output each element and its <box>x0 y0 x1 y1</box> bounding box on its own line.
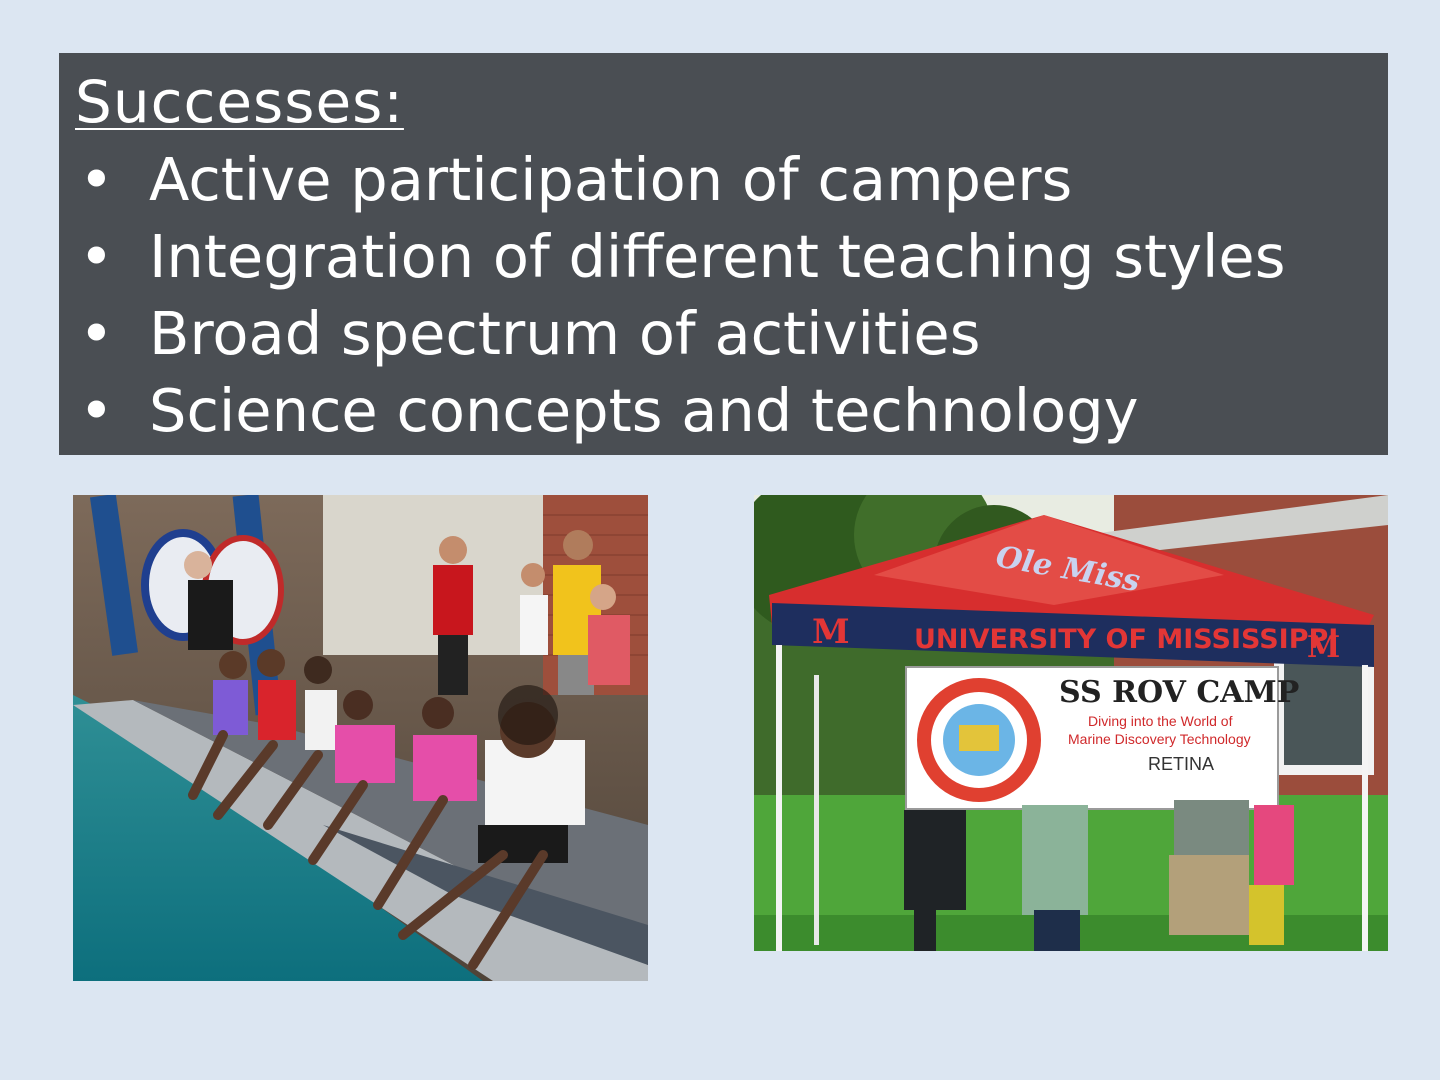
bullet-icon: • <box>79 222 114 291</box>
tent-photo: Ole Miss M UNIVERSITY OF MISSISSIPPI M S… <box>754 495 1388 951</box>
text-box: Successes: • Active participation of camp… <box>59 53 1388 455</box>
slide-title: Successes: <box>75 68 404 136</box>
bullet-list: • Active participation of campers • Integr… <box>75 141 1388 449</box>
bullet-icon: • <box>79 299 114 368</box>
bullet-icon: • <box>79 145 114 214</box>
bullet-text: Integration of different teaching styles <box>149 222 1286 291</box>
tent-photo-drawing: Ole Miss M UNIVERSITY OF MISSISSIPPI M S… <box>754 495 1388 951</box>
bullet-text: Science concepts and technology <box>149 376 1139 445</box>
bullet-item: • Broad spectrum of activities <box>75 295 1388 372</box>
pool-photo <box>73 495 648 981</box>
bullet-icon: • <box>79 376 114 445</box>
banner-line-2: Marine Discovery Technology <box>1068 731 1251 747</box>
canopy-logo-left: M <box>812 612 850 652</box>
canopy-logo-right: M <box>1307 630 1340 665</box>
bullet-item: • Science concepts and technology <box>75 372 1388 449</box>
canopy-band-text: UNIVERSITY OF MISSISSIPPI <box>914 624 1338 655</box>
bullet-item: • Active participation of campers <box>75 141 1388 218</box>
bullet-item: • Integration of different teaching style… <box>75 218 1388 295</box>
banner-line-1: Diving into the World of <box>1088 713 1233 729</box>
pool-photo-drawing <box>73 495 648 981</box>
banner-title: SS ROV CAMP <box>1059 675 1299 710</box>
bullet-text: Active participation of campers <box>149 145 1073 214</box>
banner-brand: RETINA <box>1148 754 1214 774</box>
bullet-text: Broad spectrum of activities <box>149 299 981 368</box>
